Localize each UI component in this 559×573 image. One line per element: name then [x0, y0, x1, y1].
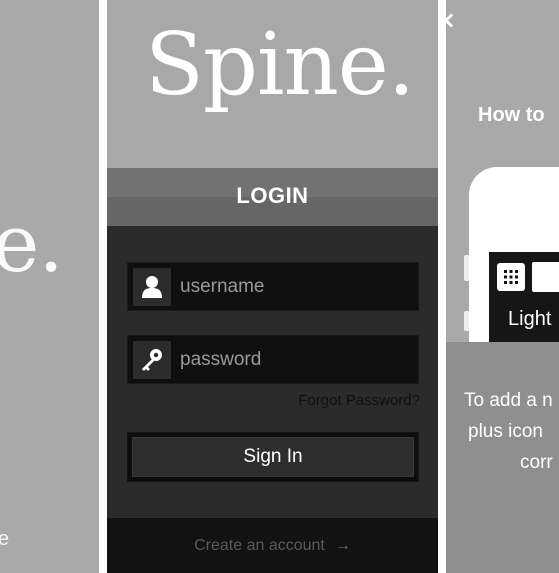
- user-icon: [133, 268, 171, 306]
- sign-in-button[interactable]: Sign In: [127, 432, 419, 482]
- phone-screen-label: Light: [508, 308, 552, 330]
- grid-icon: [497, 263, 525, 291]
- tutorial-desc-line: plus icon: [468, 421, 543, 442]
- right-tutorial-panel: × How to Light To add a n plus icon corr: [446, 0, 559, 573]
- left-logo-fragment: e.: [0, 197, 64, 290]
- tutorial-description: To add a n plus icon corr: [464, 385, 559, 478]
- phone-screen-button: [532, 262, 559, 292]
- username-field[interactable]: [127, 262, 419, 311]
- key-icon: [133, 341, 171, 379]
- tutorial-heading: How to: [478, 104, 545, 126]
- password-field[interactable]: [127, 335, 419, 384]
- sign-in-label: Sign In: [132, 437, 414, 477]
- screen: e. e Spine. LOGIN username Forgot Passwo…: [0, 0, 559, 573]
- forgot-password-link[interactable]: Forgot Password?: [227, 392, 420, 409]
- arrow-right-icon: →: [334, 536, 351, 554]
- tutorial-desc-line: To add a n: [464, 390, 553, 411]
- left-text-fragment: e: [0, 528, 10, 550]
- close-icon[interactable]: ×: [446, 8, 456, 32]
- create-account-label: Create an account: [194, 536, 325, 554]
- left-onboarding-panel: e. e: [0, 0, 99, 573]
- tutorial-desc-line: corr: [520, 452, 553, 473]
- password-input[interactable]: [180, 336, 412, 383]
- create-account-link[interactable]: Create an account →: [107, 518, 438, 573]
- login-form-controls: Forgot Password? Sign In Create an accou…: [107, 0, 438, 573]
- username-input[interactable]: [180, 263, 412, 310]
